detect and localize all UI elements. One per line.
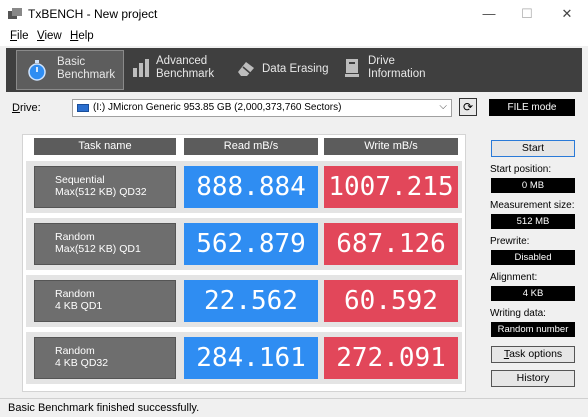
window-title: TxBENCH - New project — [28, 7, 158, 21]
close-button[interactable]: ✕ — [550, 4, 584, 24]
drive-select-value: (I:) JMicron Generic 953.85 GB (2,000,37… — [93, 102, 342, 113]
start-position-label: Start position: — [490, 164, 552, 175]
menu-bar: File View Help — [0, 28, 588, 46]
tab-drive-line2: Information — [368, 68, 426, 80]
start-button[interactable]: Start — [491, 140, 575, 157]
task-options-button[interactable]: Task options — [491, 346, 575, 363]
hdd-icon — [77, 104, 89, 112]
prewrite-label: Prewrite: — [490, 236, 530, 247]
minimize-button[interactable]: — — [472, 4, 506, 24]
drive-select[interactable]: (I:) JMicron Generic 953.85 GB (2,000,37… — [72, 99, 452, 117]
write-value: 60.592 — [324, 280, 458, 322]
drive-label: Drive: — [12, 102, 41, 114]
tab-erasing-label: Data Erasing — [262, 63, 329, 75]
task-random-512kb-qd1[interactable]: Random Max(512 KB) QD1 — [34, 223, 176, 265]
stopwatch-icon — [28, 60, 46, 81]
task-sequential-qd32[interactable]: Sequential Max(512 KB) QD32 — [34, 166, 176, 208]
start-position-value[interactable]: 0 MB — [491, 178, 575, 193]
alignment-label: Alignment: — [490, 272, 538, 283]
header-read: Read mB/s — [184, 138, 318, 155]
prewrite-value[interactable]: Disabled — [491, 250, 575, 265]
read-value: 284.161 — [184, 337, 318, 379]
read-value: 562.879 — [184, 223, 318, 265]
measurement-size-value[interactable]: 512 MB — [491, 214, 575, 229]
header-write: Write mB/s — [324, 138, 458, 155]
read-value: 22.562 — [184, 280, 318, 322]
history-button[interactable]: History — [491, 370, 575, 387]
task-random-4kb-qd1[interactable]: Random 4 KB QD1 — [34, 280, 176, 322]
tab-drive-information[interactable]: Drive Information — [338, 50, 438, 90]
file-mode-indicator: FILE mode — [489, 99, 575, 116]
tab-basic-line2: Benchmark — [57, 69, 116, 81]
menu-file[interactable]: File — [10, 30, 29, 42]
read-value: 888.884 — [184, 166, 318, 208]
bar-chart-icon — [133, 59, 149, 77]
writing-data-label: Writing data: — [490, 308, 546, 319]
refresh-icon: ⟳ — [462, 100, 474, 114]
title-bar: TxBENCH - New project — ☐ ✕ — [0, 0, 588, 28]
header-task-name: Task name — [34, 138, 176, 155]
tab-advanced-line2: Benchmark — [156, 68, 215, 80]
drive-row: Drive: (I:) JMicron Generic 953.85 GB (2… — [0, 96, 588, 124]
tab-advanced-benchmark[interactable]: Advanced Benchmark — [126, 50, 230, 90]
task-random-4kb-qd32[interactable]: Random 4 KB QD32 — [34, 337, 176, 379]
writing-data-value[interactable]: Random number — [491, 322, 575, 337]
tab-advanced-line1: Advanced — [156, 55, 208, 67]
status-bar: Basic Benchmark finished successfully. — [0, 398, 588, 417]
tab-data-erasing[interactable]: Data Erasing — [232, 50, 332, 90]
app-icon — [8, 8, 22, 19]
status-text: Basic Benchmark finished successfully. — [8, 402, 200, 414]
tab-drive-line1: Drive — [368, 55, 395, 67]
toolbar: Basic Benchmark Advanced Benchmark Data … — [6, 48, 582, 92]
menu-view[interactable]: View — [37, 30, 62, 42]
maximize-button[interactable]: ☐ — [510, 4, 544, 24]
eraser-icon — [238, 62, 254, 76]
write-value: 1007.215 — [324, 166, 458, 208]
chevron-down-icon: ⌵ — [439, 101, 447, 112]
refresh-button[interactable]: ⟳ — [459, 98, 477, 116]
alignment-value[interactable]: 4 KB — [491, 286, 575, 301]
tab-basic-benchmark[interactable]: Basic Benchmark — [16, 50, 124, 90]
menu-help[interactable]: Help — [70, 30, 94, 42]
measurement-size-label: Measurement size: — [490, 200, 575, 211]
drive-info-icon — [345, 59, 359, 77]
write-value: 687.126 — [324, 223, 458, 265]
tab-basic-line1: Basic — [57, 56, 86, 68]
write-value: 272.091 — [324, 337, 458, 379]
